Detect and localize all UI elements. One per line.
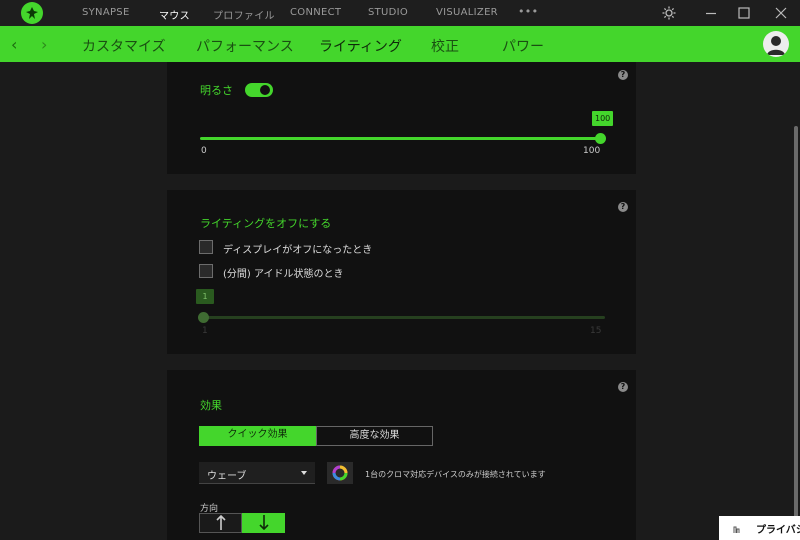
tab-customize[interactable]: カスタマイズ (82, 36, 166, 56)
brightness-label: 明るさ (200, 84, 233, 97)
help-icon[interactable]: ? (618, 70, 628, 80)
tab-calibration[interactable]: 校正 (431, 36, 459, 56)
more-menu-button[interactable]: ••• (518, 5, 538, 18)
nav-connect[interactable]: CONNECT (290, 7, 341, 18)
scrollbar-thumb[interactable] (794, 126, 798, 530)
advanced-effects-tab[interactable]: 高度な効果 (316, 426, 433, 446)
minimize-icon[interactable] (703, 5, 719, 21)
maximize-icon[interactable] (736, 5, 752, 21)
display-off-checkbox[interactable] (199, 240, 213, 254)
quick-effects-tab[interactable]: クイック効果 (199, 426, 316, 446)
idle-value-tip: 1 (196, 289, 214, 304)
lighting-off-card: ? ライティングをオフにする ディスプレイがオフになったとき (分間) アイドル… (167, 190, 636, 354)
settings-gear-icon[interactable] (661, 5, 677, 21)
lighting-content[interactable]: ? 明るさ 100 0 100 ? ライティングをオフにする ディスプレイがオフ… (0, 62, 800, 540)
tab-lighting[interactable]: ライティング (319, 36, 402, 56)
idle-label: (分間) アイドル状態のとき (223, 269, 344, 280)
lighting-off-title: ライティングをオフにする (200, 217, 332, 230)
close-icon[interactable] (773, 5, 789, 21)
brightness-value-tip: 100 (592, 111, 614, 126)
idle-max: 15 (590, 326, 602, 336)
back-arrow-icon[interactable]: ‹ (11, 35, 17, 54)
idle-slider-track[interactable] (200, 316, 605, 319)
help-icon[interactable]: ? (618, 382, 628, 392)
razer-logo-icon[interactable] (21, 2, 43, 24)
user-avatar-icon[interactable] (763, 31, 789, 57)
effects-card: ? 効果 クイック効果 高度な効果 ウェーブ 1台のクロマ対応デバイスのみが接続… (167, 370, 636, 540)
help-icon[interactable]: ? (618, 202, 628, 212)
tab-bar: ‹ › カスタマイズ パフォーマンス ライティング 校正 パワー (0, 26, 800, 62)
effects-title: 効果 (200, 399, 222, 412)
tab-power[interactable]: パワー (502, 36, 544, 56)
nav-synapse[interactable]: SYNAPSE (82, 7, 130, 18)
idle-checkbox[interactable] (199, 264, 213, 278)
privacy-icon (733, 526, 740, 533)
display-off-label: ディスプレイがオフになったとき (223, 245, 373, 256)
brightness-slider-thumb[interactable] (595, 133, 606, 144)
privacy-label: プライバシ (756, 525, 800, 536)
idle-min: 1 (202, 326, 208, 336)
arrow-down-icon (258, 515, 269, 531)
brightness-toggle[interactable] (245, 83, 273, 97)
idle-slider-thumb[interactable] (198, 312, 209, 323)
nav-studio[interactable]: STUDIO (368, 7, 408, 18)
direction-down-button[interactable] (242, 513, 285, 533)
privacy-button[interactable]: プライバシ (719, 516, 800, 540)
direction-up-button[interactable] (199, 513, 242, 533)
nav-profile[interactable]: プロファイル (213, 7, 275, 22)
brightness-min: 0 (201, 146, 207, 156)
nav-visualizer[interactable]: VISUALIZER (436, 7, 498, 18)
chevron-down-icon (301, 471, 307, 475)
chroma-color-wheel-icon[interactable] (327, 462, 353, 484)
brightness-slider-track[interactable] (200, 137, 601, 140)
chroma-device-note: 1台のクロマ対応デバイスのみが接続されています (365, 470, 546, 479)
title-bar: SYNAPSE マウス プロファイル CONNECT STUDIO VISUAL… (0, 0, 800, 26)
nav-mouse[interactable]: マウス (159, 7, 190, 22)
arrow-up-icon (215, 514, 226, 530)
effect-dropdown[interactable]: ウェーブ (199, 462, 315, 484)
brightness-card: ? 明るさ 100 0 100 (167, 62, 636, 174)
tab-performance[interactable]: パフォーマンス (196, 36, 294, 56)
forward-arrow-icon[interactable]: › (41, 35, 47, 54)
effect-dropdown-value: ウェーブ (207, 471, 247, 482)
brightness-max: 100 (583, 146, 601, 156)
